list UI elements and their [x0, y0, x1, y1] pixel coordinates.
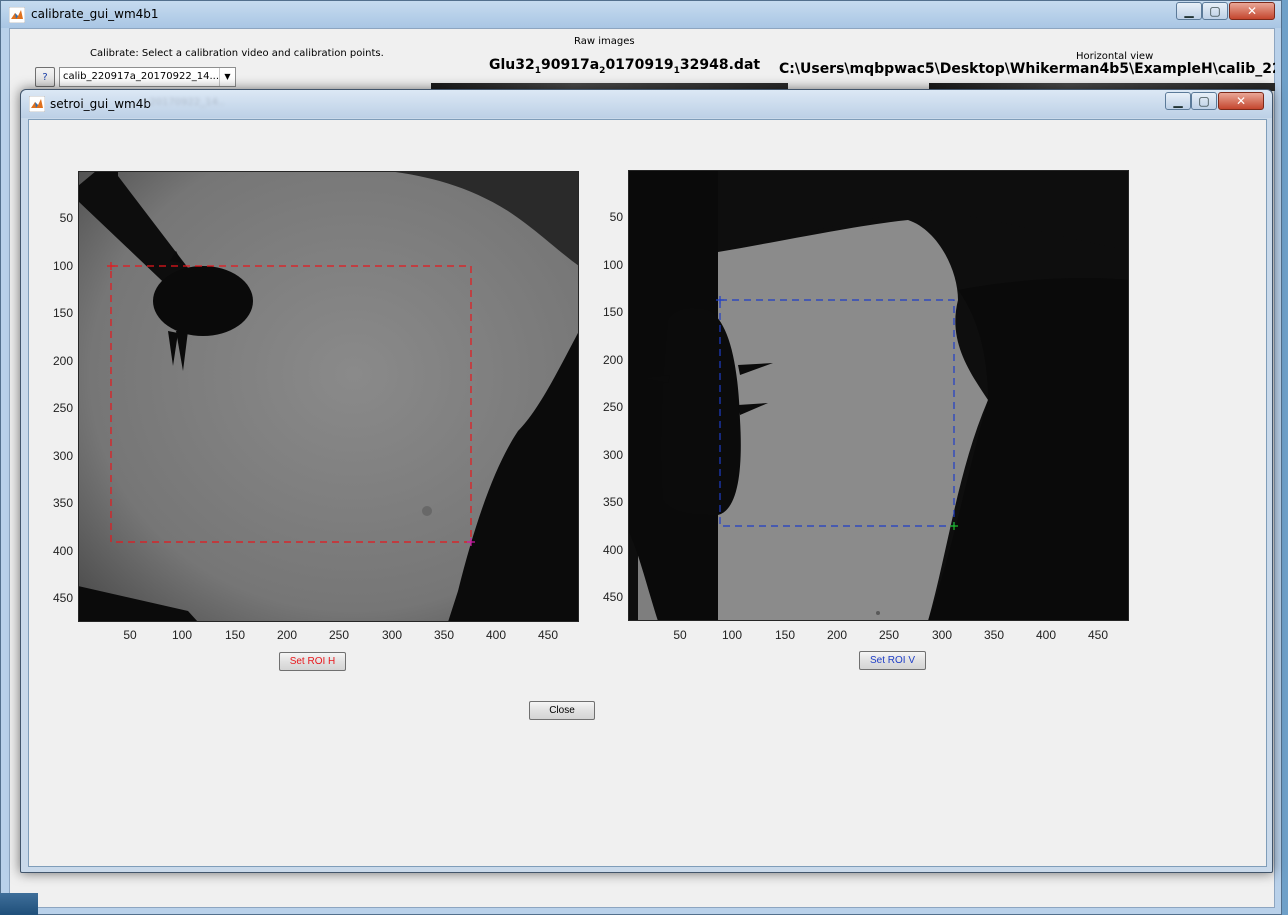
y-tick-label: 100: [52, 259, 73, 273]
dialog-client-area: 50 100 150 200 250 300 350 400 450 50 10…: [28, 119, 1267, 867]
x-tick-label: 50: [673, 628, 687, 642]
y-tick-label: 150: [52, 306, 73, 320]
y-tick-label: 200: [52, 354, 73, 368]
y-tick-label: 50: [59, 211, 73, 225]
y-tick-label: 250: [602, 400, 623, 414]
minimize-icon: ▁: [1173, 94, 1183, 108]
y-tick-label: 350: [602, 495, 623, 509]
y-tick-label: 50: [609, 210, 623, 224]
close-window-button[interactable]: ✕: [1229, 2, 1275, 20]
y-tick-label: 150: [602, 305, 623, 319]
y-tick-label: 100: [602, 258, 623, 272]
help-button[interactable]: ?: [35, 67, 55, 87]
close-icon: ✕: [1246, 4, 1258, 18]
x-tick-label: 200: [276, 628, 298, 642]
x-tick-label: 450: [1087, 628, 1109, 642]
maximize-icon: ▢: [1198, 94, 1210, 108]
y-tick-label: 300: [602, 448, 623, 462]
raw-filename: Glu32190917a20170919132948.dat: [489, 57, 761, 76]
x-tick-label: 300: [931, 628, 953, 642]
main-window-title: calibrate_gui_wm4b1: [31, 7, 159, 21]
close-icon: ✕: [1235, 94, 1247, 108]
taskbar-edge: [0, 893, 38, 915]
set-roi-h-button[interactable]: Set ROI H: [279, 652, 346, 671]
x-tick-label: 400: [485, 628, 507, 642]
raw-images-label: Raw images: [574, 36, 635, 47]
left-image-axes[interactable]: [78, 171, 579, 622]
setroi-dialog: setroi_gui_wm4b ..20170922_14.. ▁ ▢ ✕ 50…: [20, 89, 1273, 873]
y-tick-label: 450: [52, 591, 73, 605]
x-tick-label: 100: [171, 628, 193, 642]
dialog-minimize-button[interactable]: ▁: [1165, 92, 1191, 110]
x-tick-label: 150: [774, 628, 796, 642]
dialog-close-window-button[interactable]: ✕: [1218, 92, 1264, 110]
y-tick-label: 250: [52, 401, 73, 415]
calibration-path: C:\Users\mqbpwac5\Desktop\Whikerman4b5\E…: [779, 61, 1275, 77]
matlab-icon: [9, 7, 25, 23]
right-image-axes[interactable]: [628, 170, 1129, 621]
x-tick-label: 450: [537, 628, 559, 642]
x-tick-label: 400: [1035, 628, 1057, 642]
maximize-icon: ▢: [1209, 4, 1221, 18]
dialog-titlebar[interactable]: setroi_gui_wm4b ..20170922_14.. ▁ ▢ ✕: [21, 90, 1272, 118]
minimize-icon: ▁: [1184, 4, 1194, 18]
dialog-title-blurred-suffix: ..20170922_14..: [143, 97, 225, 108]
x-tick-label: 250: [328, 628, 350, 642]
y-tick-label: 200: [602, 353, 623, 367]
chevron-down-icon: ▼: [219, 68, 235, 86]
y-tick-label: 400: [52, 544, 73, 558]
main-titlebar[interactable]: calibrate_gui_wm4b1 ▁ ▢ ✕: [1, 1, 1281, 28]
calibration-video-value: calib_220917a_20170922_14...: [63, 71, 219, 82]
y-tick-label: 300: [52, 449, 73, 463]
x-tick-label: 350: [433, 628, 455, 642]
maximize-button[interactable]: ▢: [1202, 2, 1228, 20]
y-tick-label: 400: [602, 543, 623, 557]
dialog-maximize-button[interactable]: ▢: [1191, 92, 1217, 110]
minimize-button[interactable]: ▁: [1176, 2, 1202, 20]
calibration-video-select[interactable]: calib_220917a_20170922_14... ▼: [59, 67, 236, 87]
x-tick-label: 100: [721, 628, 743, 642]
close-button[interactable]: Close: [529, 701, 595, 720]
matlab-icon: [29, 96, 45, 112]
y-tick-label: 350: [52, 496, 73, 510]
calibrate-instructions: Calibrate: Select a calibration video an…: [90, 48, 384, 59]
y-tick-label: 450: [602, 590, 623, 604]
dialog-title: setroi_gui_wm4b: [50, 97, 151, 111]
x-tick-label: 250: [878, 628, 900, 642]
x-tick-label: 150: [224, 628, 246, 642]
x-tick-label: 200: [826, 628, 848, 642]
set-roi-v-button[interactable]: Set ROI V: [859, 651, 926, 670]
x-tick-label: 300: [381, 628, 403, 642]
x-tick-label: 50: [123, 628, 137, 642]
x-tick-label: 350: [983, 628, 1005, 642]
